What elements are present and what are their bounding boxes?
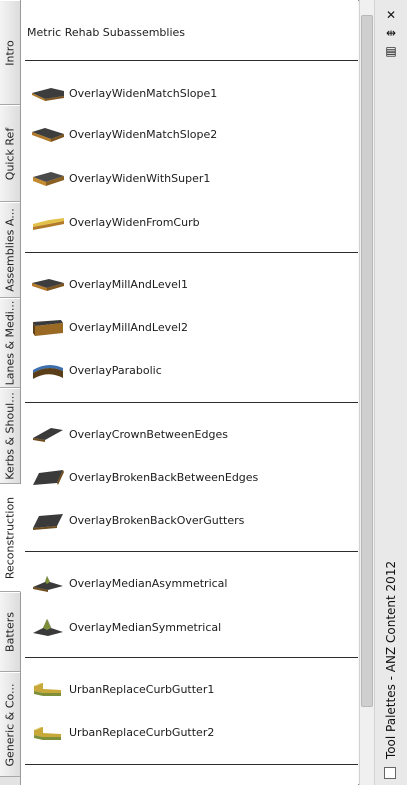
tool-overlay-crown-between-edges[interactable]: OverlayCrownBetweenEdges [31,423,351,445]
palette-window-title: Tool Palettes - ANZ Content 2012 [384,560,398,760]
tab-batters[interactable]: Batters [0,592,20,672]
subassembly-curb-icon [34,683,61,696]
tool-overlay-mill-and-level-1[interactable]: OverlayMillAndLevel1 [31,273,351,295]
subassembly-overlay-icon [33,320,63,336]
separator [25,764,358,765]
properties-icon[interactable]: ▤ [383,44,399,58]
subassembly-overlay-icon [32,279,64,291]
tab-reconstruction[interactable]: Reconstruction [0,484,21,592]
palette-titlebar[interactable]: ✕ ⇹ ▤ Tool Palettes - ANZ Content 2012 [375,0,407,785]
tool-label: OverlayWidenMatchSlope2 [69,127,218,141]
subassembly-overlay-icon [33,470,64,485]
tool-label: OverlayBrokenBackBetweenEdges [69,470,259,484]
tool-label: OverlayWidenWithSuper1 [69,171,211,185]
tab-assemblies[interactable]: Assemblies A... [0,202,20,298]
tab-kerbs-shoulders[interactable]: Kerbs & Shoul... [0,388,20,484]
subassembly-median-icon [33,576,63,592]
tool-label: OverlayBrokenBackOverGutters [69,513,245,527]
tool-label: OverlayMillAndLevel1 [69,277,188,291]
separator [25,60,358,61]
tab-label: Lanes & Medi... [3,300,17,386]
subassembly-median-icon [33,619,63,636]
tab-label: Quick Ref [3,127,17,180]
tool-label: OverlayMillAndLevel2 [69,320,188,334]
separator [25,551,358,552]
tool-overlay-widen-match-slope-1[interactable]: OverlayWidenMatchSlope1 [31,82,351,104]
palette-tabs: Intro Quick Ref Assemblies A... Lanes & … [0,0,21,785]
tool-overlay-parabolic[interactable]: OverlayParabolic [31,359,351,381]
tab-label: Generic & Co... [3,683,17,766]
tab-quick-ref[interactable]: Quick Ref [0,105,20,202]
tool-label: UrbanReplaceCurbGutter1 [69,682,215,696]
tab-label: Batters [3,612,17,652]
scrollbar-thumb[interactable] [361,15,373,707]
tab-label: Assemblies A... [3,208,17,292]
tool-overlay-median-symmetrical[interactable]: OverlayMedianSymmetrical [31,616,351,638]
subassembly-overlay-icon [32,128,64,142]
autohide-icon[interactable]: ⇹ [383,26,399,40]
tab-label: Reconstruction [3,496,17,580]
subassembly-overlay-icon [33,364,63,379]
tool-overlay-broken-back-over-gutters[interactable]: OverlayBrokenBackOverGutters [31,509,351,531]
tool-overlay-widen-from-curb[interactable]: OverlayWidenFromCurb [31,211,351,233]
subassembly-overlay-icon [33,514,63,530]
palette-content: Metric Rehab Subassemblies OverlayWidenM… [21,0,358,785]
subassembly-overlay-icon [33,428,63,442]
tool-label: OverlayMedianSymmetrical [69,620,222,634]
tool-label: OverlayParabolic [69,363,162,377]
separator [25,252,358,253]
tool-overlay-broken-back-between-edges[interactable]: OverlayBrokenBackBetweenEdges [31,466,351,488]
subassembly-overlay-icon [33,172,64,186]
tab-lanes-medians[interactable]: Lanes & Medi... [0,298,20,388]
palette-title: Metric Rehab Subassemblies [27,26,186,39]
tab-label: Kerbs & Shoul... [3,392,17,480]
close-icon[interactable]: ✕ [383,8,399,22]
separator [25,657,358,658]
tab-intro[interactable]: Intro [0,0,20,105]
subassembly-overlay-icon [32,88,64,101]
tool-overlay-widen-match-slope-2[interactable]: OverlayWidenMatchSlope2 [31,123,351,145]
tool-overlay-mill-and-level-2[interactable]: OverlayMillAndLevel2 [31,316,351,338]
tool-label: UrbanReplaceCurbGutter2 [69,725,215,739]
separator [25,402,358,403]
subassembly-curb-icon [34,727,61,740]
tab-label: Intro [3,39,17,66]
tool-overlay-median-asymmetrical[interactable]: OverlayMedianAsymmetrical [31,572,351,594]
tool-label: OverlayCrownBetweenEdges [69,427,228,441]
tool-label: OverlayMedianAsymmetrical [69,576,228,590]
resize-grip-icon[interactable] [384,767,396,779]
tool-label: OverlayWidenFromCurb [69,215,200,229]
tool-label: OverlayWidenMatchSlope1 [69,86,218,100]
tool-urban-replace-curb-gutter-2[interactable]: UrbanReplaceCurbGutter2 [31,721,351,743]
tool-overlay-widen-with-super-1[interactable]: OverlayWidenWithSuper1 [31,167,351,189]
subassembly-overlay-icon [33,218,64,230]
tool-urban-replace-curb-gutter-1[interactable]: UrbanReplaceCurbGutter1 [31,678,351,700]
tab-generic[interactable]: Generic & Co... [0,672,20,777]
